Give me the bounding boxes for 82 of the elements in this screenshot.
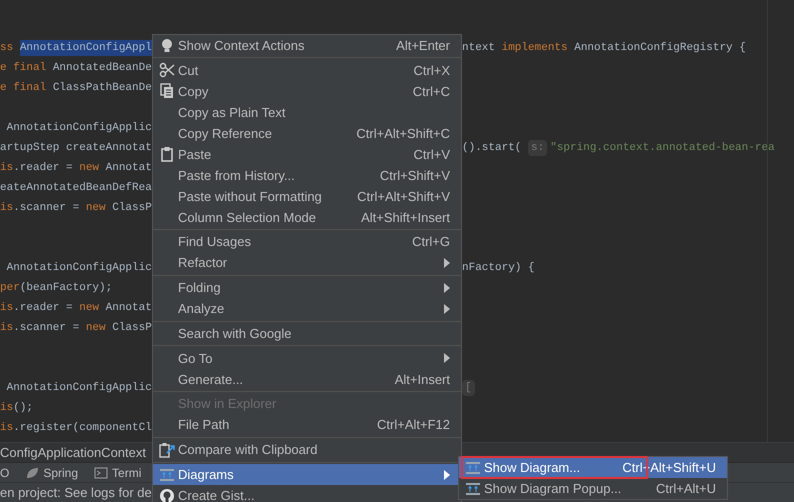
submenu-arrow-icon xyxy=(444,470,450,480)
leaf-icon xyxy=(25,466,40,480)
code-text: ClassPathBeanDe xyxy=(52,80,152,96)
clipboard-icon xyxy=(161,146,173,162)
code-text: AnnotationConfigApplic xyxy=(6,380,152,396)
tool-window-tab[interactable]: Spring xyxy=(21,464,82,482)
code-text: .scanner = xyxy=(13,320,80,336)
code-text: ntext xyxy=(462,40,496,56)
menu-item[interactable]: Show Context Actions Alt+Enter xyxy=(153,35,461,56)
menu-item[interactable]: Refactor xyxy=(153,252,461,274)
menu-item[interactable]: Analyze xyxy=(153,298,461,320)
code-text: new xyxy=(79,300,100,316)
code-text: implements xyxy=(502,40,569,56)
code-text: is xyxy=(0,320,14,336)
code-text: nFactory) { xyxy=(462,260,535,276)
menu-item[interactable]: Paste Ctrl+V xyxy=(153,144,461,165)
code-text: (); xyxy=(13,400,34,416)
menu-item[interactable]: Copy Ctrl+C xyxy=(153,80,461,102)
menu-item[interactable]: Generate... Alt+Insert xyxy=(153,368,461,390)
parameter-hint: s: xyxy=(528,140,548,156)
menu-item[interactable]: Folding xyxy=(153,277,461,298)
tool-window-tab[interactable]: Termi xyxy=(90,464,146,482)
code-text: eateAnnotatedBeanDefRea xyxy=(0,180,152,196)
code-text: (beanFactory); xyxy=(20,280,112,296)
code-text: Annotat xyxy=(106,300,152,316)
diagram-icon xyxy=(465,482,481,496)
code-text: artupStep createAnnotat xyxy=(0,140,152,156)
code-text: new xyxy=(79,160,100,176)
parameter-hint: [ xyxy=(462,380,475,396)
code-text: new xyxy=(86,200,107,216)
scissors-icon xyxy=(159,62,175,78)
breadcrumb[interactable]: ConfigApplicationContext xyxy=(0,442,146,462)
menu-item[interactable]: Find Usages Ctrl+G xyxy=(153,232,461,252)
code-text: ss xyxy=(0,40,14,56)
code-text: e final xyxy=(0,60,48,76)
code-text: .reader = xyxy=(13,160,74,176)
menu-item[interactable]: Copy Reference Ctrl+Alt+Shift+C xyxy=(153,122,461,144)
menu-item[interactable]: File Path Ctrl+Alt+F12 xyxy=(153,414,461,436)
menu-item[interactable]: Paste from History... Ctrl+Shift+V xyxy=(153,164,461,186)
diagram-icon xyxy=(465,460,481,474)
code-text: AnnotatedBeanDe xyxy=(52,60,152,76)
submenu-arrow-icon xyxy=(444,282,450,293)
code-text: is xyxy=(0,420,14,436)
terminal-icon xyxy=(94,466,108,480)
submenu-arrow-icon xyxy=(444,304,450,314)
code-text: .scanner = xyxy=(13,200,80,216)
code-text: is xyxy=(0,200,14,216)
code-text: is xyxy=(0,300,14,316)
menu-item[interactable]: Search with Google xyxy=(153,323,461,344)
lightbulb-icon xyxy=(160,38,174,54)
menu-item[interactable]: Paste without Formatting Ctrl+Alt+Shift+V xyxy=(153,186,461,207)
menu-item[interactable]: Go To xyxy=(153,348,461,369)
code-text: AnnotationConfigApplic xyxy=(6,120,152,136)
code-text: AnnotationConfigRegistry { xyxy=(574,40,746,56)
diagram-icon xyxy=(159,468,175,482)
code-text: .reader = xyxy=(13,300,74,316)
menu-item[interactable]: Column Selection Mode Alt+Shift+Insert xyxy=(153,206,461,228)
code-text: Annotat xyxy=(106,160,152,176)
submenu-arrow-icon xyxy=(444,353,450,364)
submenu-arrow-icon xyxy=(444,258,450,268)
code-text: ClassP xyxy=(112,200,152,216)
status-message: en project: See logs for de xyxy=(0,484,152,502)
menu-item[interactable]: Compare with Clipboard xyxy=(153,439,461,460)
menu-item[interactable]: Show Diagram Popup... Ctrl+Alt+U xyxy=(459,478,727,499)
code-text: AnnotationConfigAppl xyxy=(20,40,152,56)
menu-item[interactable]: Copy as Plain Text xyxy=(153,102,461,123)
menu-item[interactable]: Cut Ctrl+X xyxy=(153,60,461,81)
copy-icon xyxy=(160,83,174,100)
code-text: is xyxy=(0,400,14,416)
code-text: AnnotationConfigApplic xyxy=(6,260,152,276)
code-text: is xyxy=(0,160,14,176)
code-text: .register(componentCl xyxy=(13,420,152,436)
menu-item[interactable]: Create Gist... xyxy=(153,485,461,502)
code-text: per xyxy=(0,280,20,296)
tool-window-tab[interactable]: O xyxy=(0,464,14,482)
code-text: e final xyxy=(0,80,48,96)
compare-icon xyxy=(159,442,175,458)
menu-item[interactable]: Diagrams xyxy=(153,464,461,485)
code-text: "spring.context.annotated-bean-rea xyxy=(550,140,775,156)
code-text: ().start( xyxy=(462,140,522,156)
code-text: ClassP xyxy=(112,320,152,336)
code-text: new xyxy=(86,320,107,336)
